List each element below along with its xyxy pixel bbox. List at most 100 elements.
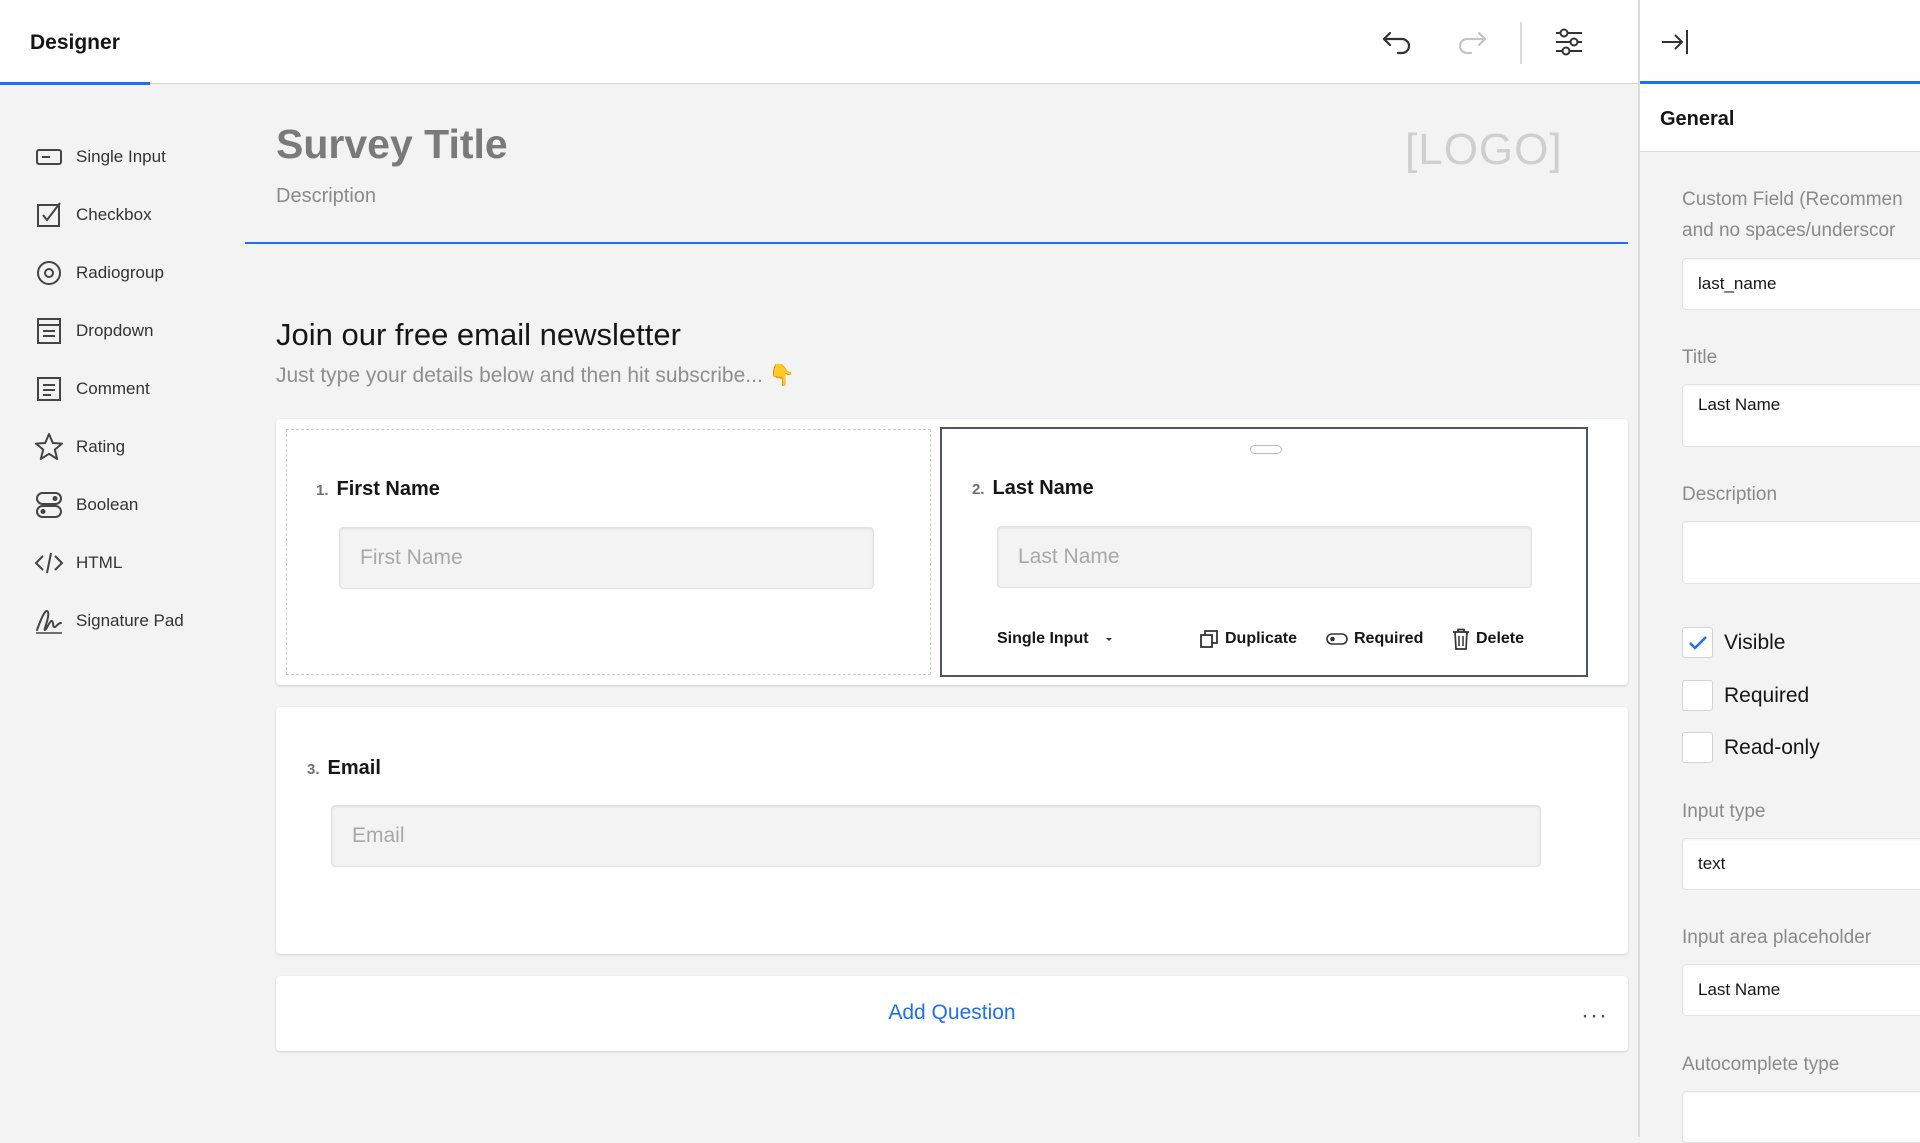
collapse-panel-button[interactable] bbox=[1660, 24, 1692, 65]
question-first-name[interactable]: 1. First Name First Name bbox=[286, 429, 931, 675]
question-type-label: Single Input bbox=[997, 630, 1089, 647]
radiogroup-icon bbox=[37, 261, 61, 285]
input-type-label: Input type bbox=[1682, 801, 1766, 822]
checkbox-icon bbox=[37, 202, 61, 227]
question-title-text: Email bbox=[327, 757, 381, 779]
page-description[interactable]: Just type your details below and then hi… bbox=[276, 364, 795, 388]
question-title-text: First Name bbox=[336, 478, 440, 500]
trash-icon bbox=[1453, 628, 1469, 650]
dropdown-icon bbox=[37, 318, 61, 344]
autocomplete-select[interactable] bbox=[1682, 1091, 1920, 1143]
question-actions: Single Input Duplicate Required Delete bbox=[997, 624, 1537, 654]
toolbox-item-checkbox[interactable]: Checkbox bbox=[34, 195, 152, 235]
toolbox-item-dropdown[interactable]: Dropdown bbox=[34, 311, 154, 351]
toolbox-item-single-input[interactable]: Single Input bbox=[34, 137, 166, 177]
duplicate-icon bbox=[1200, 630, 1218, 648]
visible-checkbox[interactable]: Visible bbox=[1682, 627, 1785, 658]
toolbox-item-label: Rating bbox=[76, 437, 126, 456]
more-options-button[interactable]: ··· bbox=[1581, 1002, 1608, 1030]
redo-button[interactable] bbox=[1449, 20, 1495, 64]
toolbox-item-comment[interactable]: Comment bbox=[34, 369, 150, 409]
title-input[interactable]: Last Name bbox=[1682, 384, 1920, 447]
email-input[interactable]: Email bbox=[331, 805, 1541, 867]
toolbox-item-signature-pad[interactable]: Signature Pad bbox=[34, 601, 184, 641]
question-number: 1. bbox=[316, 482, 329, 499]
sliders-icon bbox=[1556, 28, 1582, 56]
custom-field-label: Custom Field (Recommen bbox=[1682, 189, 1903, 210]
question-last-name[interactable]: 2. Last Name Last Name Single Input Dupl… bbox=[940, 427, 1588, 677]
required-label: Required bbox=[1724, 683, 1810, 707]
first-name-input[interactable]: First Name bbox=[339, 527, 874, 589]
page-title[interactable]: Join our free email newsletter bbox=[276, 317, 681, 353]
autocomplete-label: Autocomplete type bbox=[1682, 1054, 1840, 1075]
star-icon bbox=[35, 433, 63, 460]
checkbox-box bbox=[1682, 680, 1713, 711]
add-question-button[interactable]: Add Question bbox=[276, 1001, 1628, 1025]
custom-field-input[interactable]: last_name bbox=[1682, 258, 1920, 310]
toolbox-item-label: Signature Pad bbox=[76, 611, 184, 630]
toolbar-separator bbox=[1520, 22, 1522, 64]
required-label: Required bbox=[1354, 630, 1424, 647]
question-type-selector[interactable]: Single Input bbox=[997, 630, 1123, 648]
question-number: 3. bbox=[307, 761, 320, 778]
survey-description[interactable]: Description bbox=[276, 185, 376, 208]
redo-icon bbox=[1458, 31, 1487, 55]
comment-icon bbox=[37, 377, 61, 401]
readonly-label: Read-only bbox=[1724, 735, 1820, 759]
question-title-text: Last Name bbox=[992, 477, 1094, 499]
placeholder-label: Input area placeholder bbox=[1682, 927, 1872, 948]
placeholder-input[interactable]: Last Name bbox=[1682, 964, 1920, 1016]
duplicate-label: Duplicate bbox=[1225, 630, 1298, 647]
question-number: 2. bbox=[972, 481, 985, 498]
toolbox-item-label: Dropdown bbox=[76, 321, 154, 340]
toolbox-item-label: Comment bbox=[76, 379, 150, 398]
toolbox-item-boolean[interactable]: Boolean bbox=[34, 485, 138, 525]
logo-placeholder[interactable]: [LOGO] bbox=[1405, 125, 1563, 175]
question-title: 3. Email bbox=[307, 757, 381, 780]
toolbox-item-radiogroup[interactable]: Radiogroup bbox=[34, 253, 164, 293]
design-surface: Survey Title Description [LOGO] Join our… bbox=[245, 85, 1638, 1137]
tab-designer[interactable]: Designer bbox=[0, 0, 150, 85]
boolean-icon bbox=[36, 492, 62, 518]
duplicate-button[interactable]: Duplicate bbox=[1199, 629, 1297, 649]
drag-handle[interactable] bbox=[1250, 445, 1282, 454]
toolbox: Single Input Checkbox Radiogroup Dropdow… bbox=[0, 85, 245, 1137]
delete-button[interactable]: Delete bbox=[1452, 628, 1524, 650]
last-name-input[interactable]: Last Name bbox=[997, 526, 1532, 588]
description-input[interactable] bbox=[1682, 521, 1920, 584]
question-title: 2. Last Name bbox=[972, 477, 1094, 500]
readonly-checkbox[interactable]: Read-only bbox=[1682, 732, 1820, 763]
toolbox-item-label: Single Input bbox=[76, 147, 166, 166]
undo-button[interactable] bbox=[1374, 20, 1420, 64]
section-general[interactable]: General bbox=[1640, 84, 1920, 152]
header-divider bbox=[245, 242, 1628, 244]
collapse-right-icon bbox=[1662, 30, 1688, 54]
chevron-down-icon bbox=[1105, 638, 1112, 641]
title-label: Title bbox=[1682, 347, 1718, 368]
checkbox-box bbox=[1682, 732, 1713, 763]
signature-icon bbox=[36, 610, 62, 634]
question-row: 1. First Name First Name 2. Last Name La… bbox=[276, 419, 1628, 685]
undo-icon bbox=[1382, 31, 1411, 55]
survey-title[interactable]: Survey Title bbox=[276, 121, 508, 168]
single-input-icon bbox=[36, 149, 62, 165]
toolbox-item-label: Checkbox bbox=[76, 205, 152, 224]
settings-button[interactable] bbox=[1546, 20, 1592, 64]
add-question-bar: Add Question ··· bbox=[276, 976, 1628, 1051]
custom-field-label-continued: and no spaces/underscor bbox=[1682, 220, 1896, 241]
toolbox-item-html[interactable]: HTML bbox=[34, 543, 122, 583]
required-checkbox[interactable]: Required bbox=[1682, 680, 1809, 711]
input-type-select[interactable]: text bbox=[1682, 838, 1920, 890]
delete-label: Delete bbox=[1476, 630, 1525, 647]
toolbox-item-label: HTML bbox=[76, 553, 123, 572]
checkmark-icon bbox=[1688, 635, 1707, 650]
required-toggle[interactable]: Required bbox=[1326, 630, 1423, 648]
property-grid-header bbox=[1640, 0, 1920, 84]
toolbox-item-rating[interactable]: Rating bbox=[34, 427, 125, 467]
toolbox-item-label: Boolean bbox=[76, 495, 139, 514]
visible-label: Visible bbox=[1724, 630, 1786, 654]
question-title: 1. First Name bbox=[316, 478, 440, 501]
toolbox-item-label: Radiogroup bbox=[76, 263, 164, 282]
question-email[interactable]: 3. Email Email bbox=[276, 707, 1628, 954]
description-label: Description bbox=[1682, 484, 1778, 505]
